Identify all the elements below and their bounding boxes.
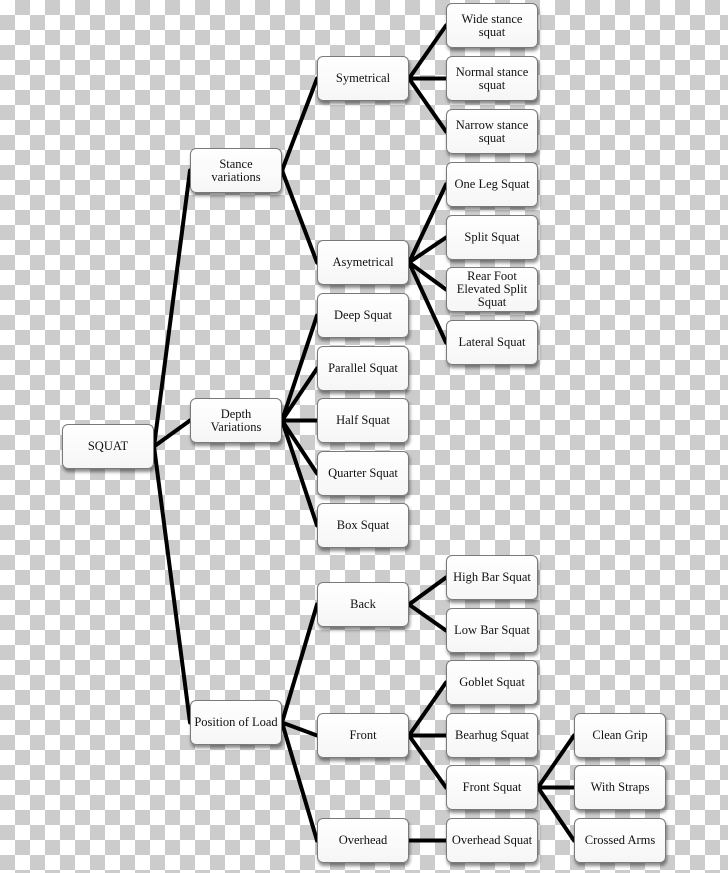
node-crossed-arms: Crossed Arms (574, 818, 666, 863)
node-symetrical: Symetrical (317, 56, 409, 101)
edge-stance-asymetrical (280, 168, 319, 265)
node-overhead-squat: Overhead Squat (446, 818, 538, 863)
edge-symetrical-narrow (407, 76, 448, 134)
node-rear-foot-elevated-split-squat: Rear Foot Elevated Split Squat (446, 267, 538, 312)
edge-frontsquat-cleangrip (536, 733, 576, 790)
node-with-straps: With Straps (574, 765, 666, 810)
edge-load-overhead (280, 720, 319, 843)
edge-symetrical-wide (407, 23, 448, 81)
edge-front-frontsquat (407, 733, 448, 790)
edge-root-load (152, 444, 192, 725)
node-split-squat: Split Squat (446, 215, 538, 260)
node-normal-stance-squat: Normal stance squat (446, 56, 538, 101)
node-lateral-squat: Lateral Squat (446, 320, 538, 365)
edge-depth-parallel (280, 366, 319, 423)
node-goblet-squat: Goblet Squat (446, 660, 538, 705)
edge-front-goblet (407, 680, 448, 738)
node-quarter-squat: Quarter Squat (317, 451, 409, 496)
node-bearhug-squat: Bearhug Squat (446, 713, 538, 758)
node-position-of-load: Position of Load (190, 700, 282, 745)
edge-back-highbar (407, 575, 448, 607)
node-half-squat: Half Squat (317, 398, 409, 443)
node-high-bar-squat: High Bar Squat (446, 555, 538, 600)
edge-frontsquat-crossed (536, 785, 576, 843)
node-asymetrical: Asymetrical (317, 240, 409, 285)
edge-back-lowbar (407, 602, 448, 633)
node-low-bar-squat: Low Bar Squat (446, 608, 538, 653)
node-box-squat: Box Squat (317, 503, 409, 548)
edge-root-stance (152, 168, 192, 449)
edge-depth-deep (280, 313, 319, 423)
edge-depth-quarter (280, 418, 319, 476)
node-deep-squat: Deep Squat (317, 293, 409, 338)
edge-stance-symetrical (280, 76, 319, 173)
edge-root-depth (152, 418, 192, 449)
node-squat: SQUAT (62, 424, 154, 469)
node-wide-stance-squat: Wide stance squat (446, 3, 538, 48)
node-front: Front (317, 713, 409, 758)
node-clean-grip: Clean Grip (574, 713, 666, 758)
edge-depth-box (280, 418, 319, 528)
node-narrow-stance-squat: Narrow stance squat (446, 109, 538, 154)
node-overhead: Overhead (317, 818, 409, 863)
edge-load-back (280, 602, 319, 725)
node-stance-variations: Stance variations (190, 148, 282, 193)
node-parallel-squat: Parallel Squat (317, 346, 409, 391)
node-front-squat: Front Squat (446, 765, 538, 810)
node-back: Back (317, 582, 409, 627)
node-depth-variations: Depth Variations (190, 398, 282, 443)
node-one-leg-squat: One Leg Squat (446, 162, 538, 207)
